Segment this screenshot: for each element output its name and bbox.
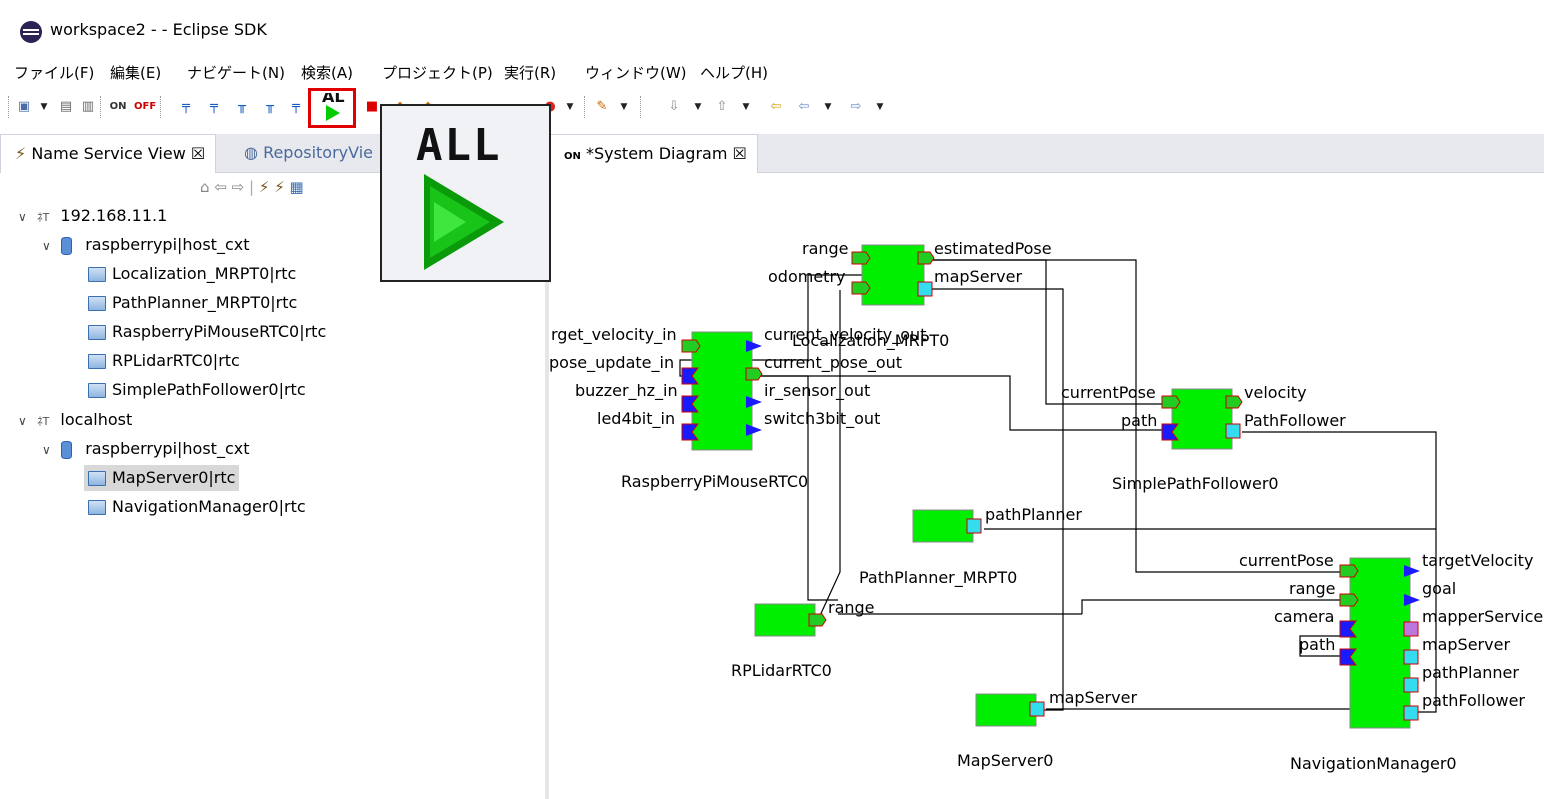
play-icon <box>424 174 504 270</box>
port-label: targetVelocity <box>1422 551 1534 570</box>
port-label: currentPose <box>1239 551 1334 570</box>
port-label: mapServer <box>1422 635 1511 654</box>
port-label: PathFollower <box>1244 411 1346 430</box>
port-label: path <box>1121 411 1158 430</box>
port-label: range <box>1289 579 1336 598</box>
port-label: estimatedPose <box>934 239 1052 258</box>
port-label: odometry <box>768 267 846 286</box>
component-name: MapServer0 <box>957 751 1054 770</box>
all-label: ALL <box>416 120 502 171</box>
port-label: led4bit_in <box>597 409 676 428</box>
component-rplidar[interactable] <box>754 603 827 637</box>
component-path-planner[interactable] <box>912 509 982 543</box>
component-name: SimplePathFollower0 <box>1112 474 1279 493</box>
port-label: velocity <box>1244 383 1307 402</box>
port-label: switch3bit_out <box>764 409 881 428</box>
port-label: current_velocity_out <box>764 325 927 344</box>
port-label: ir_sensor_out <box>764 381 871 400</box>
port-label: goal <box>1422 579 1457 598</box>
port-label: pathPlanner <box>1422 663 1519 682</box>
port-label: range <box>802 239 849 258</box>
component-name: RaspberryPiMouseRTC0 <box>621 472 809 491</box>
port-label: rget_velocity_in <box>551 325 677 344</box>
component-navigation-manager[interactable] <box>1339 557 1420 729</box>
port-label: current_pose_out <box>764 353 903 372</box>
component-name: RPLidarRTC0 <box>731 661 832 680</box>
component-name: NavigationManager0 <box>1290 754 1457 773</box>
component-localization[interactable] <box>851 244 935 306</box>
port-label: path <box>1299 635 1336 654</box>
port-label: currentPose <box>1061 383 1156 402</box>
port-label: pose_update_in <box>549 353 675 372</box>
zoom-callout: ALL <box>380 104 551 282</box>
port-label: buzzer_hz_in <box>575 381 678 400</box>
port-label: camera <box>1274 607 1335 626</box>
port-label: mapServer <box>934 267 1023 286</box>
port-label: pathFollower <box>1422 691 1525 710</box>
port-label: mapperService <box>1422 607 1544 626</box>
component-name: PathPlanner_MRPT0 <box>859 568 1018 587</box>
port-label: pathPlanner <box>985 505 1082 524</box>
port-label: mapServer <box>1049 688 1138 707</box>
component-raspberrypi-mouse[interactable] <box>681 331 763 451</box>
port-label: range <box>828 598 875 617</box>
component-simple-path-follower[interactable] <box>1161 388 1243 450</box>
component-mapserver[interactable] <box>975 693 1045 727</box>
